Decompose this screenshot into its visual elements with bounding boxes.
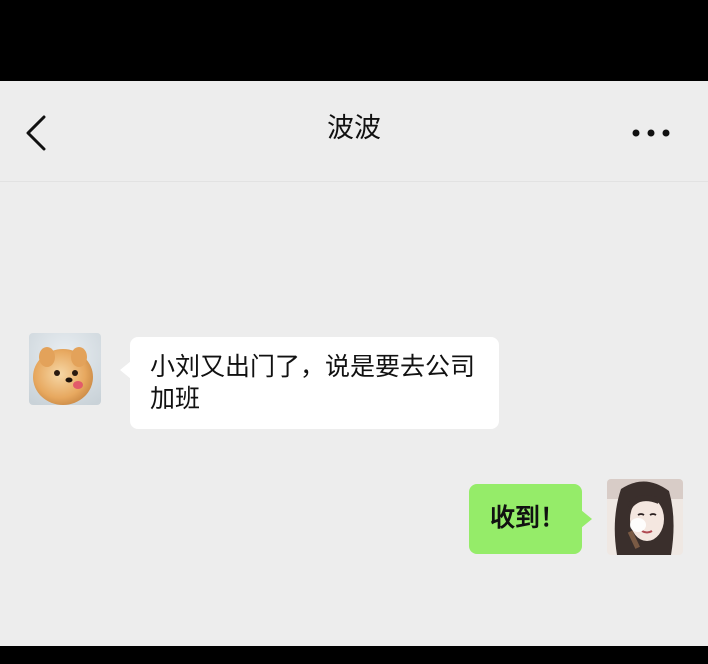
incoming-message-text: 小刘又出门了，说是要去公司加班 [150, 352, 476, 413]
chat-title: 波波 [327, 113, 381, 144]
woman-sketch-avatar[interactable] [607, 479, 683, 555]
outgoing-message-bubble[interactable]: 收到！ [469, 484, 592, 554]
more-horizontal-icon [632, 129, 670, 137]
pomeranian-dog-avatar[interactable] [29, 333, 101, 405]
chat-header: 波波 [0, 81, 708, 182]
incoming-message-bubble[interactable]: 小刘又出门了，说是要去公司加班 [120, 337, 499, 429]
message-list: 小刘又出门了，说是要去公司加班 收到！ [0, 182, 708, 646]
more-button[interactable] [630, 121, 672, 145]
outgoing-message-text: 收到！ [490, 503, 566, 532]
chat-screen: 波波 小刘又出门了，说是要去公司加班 收到！ [0, 81, 708, 646]
